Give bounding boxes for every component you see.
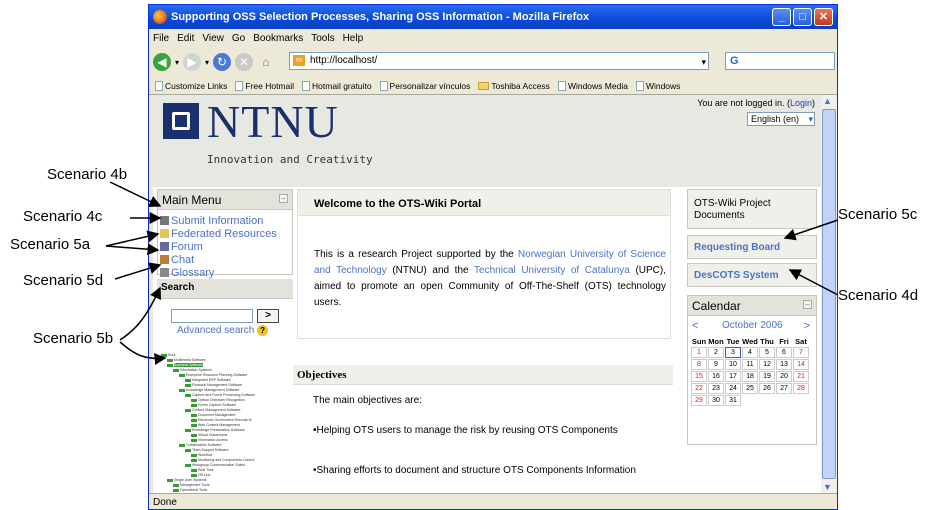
arrow-5b-search	[119, 286, 161, 341]
arrow-5c	[783, 219, 839, 241]
arrow-5b-tree	[119, 341, 167, 366]
arrow-5a-forum	[105, 230, 160, 247]
arrow-5d	[114, 262, 162, 280]
arrow-4d	[788, 269, 839, 296]
arrow-5a-chat	[105, 243, 160, 256]
annotation-arrows	[105, 181, 839, 366]
arrow-4b	[109, 181, 162, 207]
